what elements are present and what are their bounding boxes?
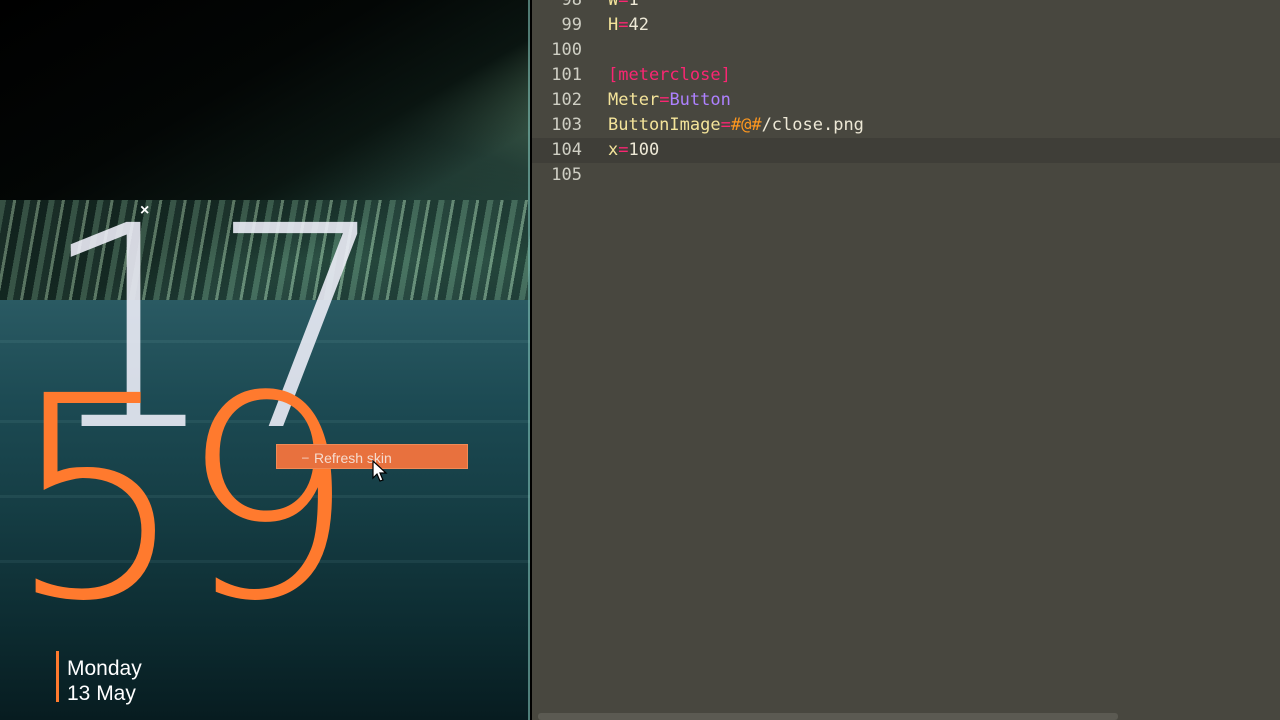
line-number: 105 xyxy=(551,165,582,185)
code-token: = xyxy=(720,115,731,135)
code-text[interactable]: W=1 xyxy=(608,0,639,13)
date-display: Monday 13 May xyxy=(67,656,142,706)
panel-divider xyxy=(528,0,530,720)
code-token: 100 xyxy=(628,140,660,160)
code-token: [meterclose] xyxy=(608,65,731,85)
code-token: = xyxy=(618,15,629,35)
code-text[interactable]: H=42 xyxy=(608,13,649,38)
code-token: 42 xyxy=(628,15,649,35)
code-line[interactable]: 103 ButtonImage=#@#/close.png xyxy=(532,113,1280,138)
code-token: = xyxy=(618,0,629,10)
line-number: 101 xyxy=(551,65,582,85)
code-token: 1 xyxy=(628,0,639,10)
code-text[interactable]: x=100 xyxy=(608,138,659,163)
code-line[interactable]: 105 xyxy=(532,163,1280,188)
code-line[interactable]: 99 H=42 xyxy=(532,13,1280,38)
code-text[interactable]: ButtonImage=#@#/close.png xyxy=(608,113,864,138)
line-number: 100 xyxy=(551,40,582,60)
code-token: W xyxy=(608,0,619,10)
date-accent-bar xyxy=(56,651,59,702)
mouse-cursor-icon xyxy=(372,460,388,482)
line-number: 102 xyxy=(551,90,582,110)
code-line[interactable]: 100 xyxy=(532,38,1280,63)
horizontal-scrollbar[interactable] xyxy=(538,713,1118,720)
line-number: 103 xyxy=(551,115,582,135)
code-token: ButtonImage xyxy=(608,115,721,135)
code-token: = xyxy=(618,140,629,160)
clock-minutes: 59 xyxy=(8,337,356,663)
line-number: 99 xyxy=(561,15,582,35)
code-token: x xyxy=(608,140,619,160)
code-editor[interactable]: 98 W=1 99 H=42 100 101 [meterclose] 102 Meter=Bu… xyxy=(532,0,1280,720)
code-text[interactable]: [meterclose] xyxy=(608,63,731,88)
date-day: Monday xyxy=(67,657,142,680)
code-token: #@# xyxy=(730,115,762,135)
code-token: = xyxy=(659,90,670,110)
code-token: Meter xyxy=(608,90,660,110)
desktop-wallpaper: 17 59 × – Refresh skin Monday 13 May xyxy=(0,0,530,720)
code-line[interactable]: 102 Meter=Button xyxy=(532,88,1280,113)
code-line[interactable]: 104 x=100 xyxy=(532,138,1280,163)
line-number: 104 xyxy=(551,140,582,160)
close-icon[interactable]: × xyxy=(140,202,149,220)
code-text[interactable]: Meter=Button xyxy=(608,88,731,113)
line-number: 98 xyxy=(561,0,582,10)
code-token: Button xyxy=(669,90,731,110)
code-token: H xyxy=(608,15,619,35)
menu-bullet-icon: – xyxy=(302,450,309,464)
code-line[interactable]: 101 [meterclose] xyxy=(532,63,1280,88)
code-token: /close.png xyxy=(761,115,864,135)
code-line[interactable]: 98 W=1 xyxy=(532,0,1280,13)
date-date: 13 May xyxy=(67,682,136,705)
